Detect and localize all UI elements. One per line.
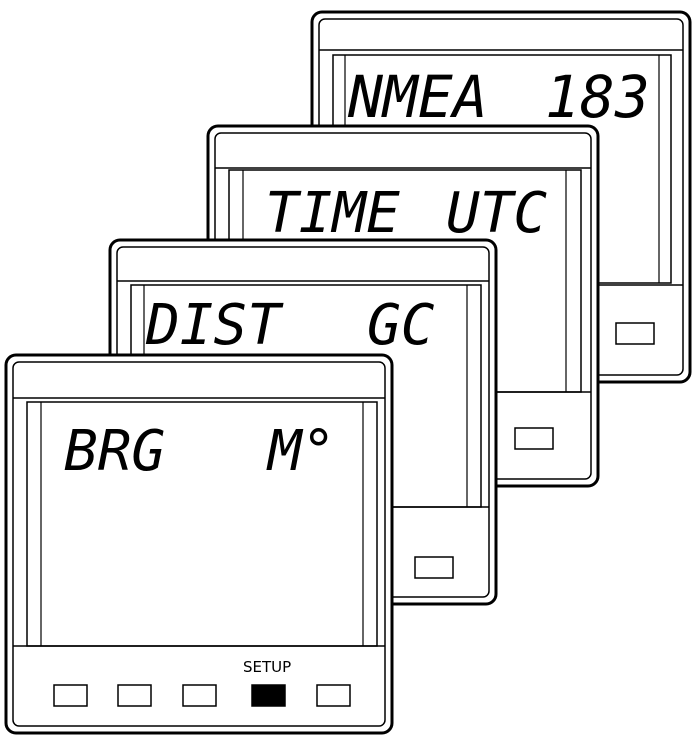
front-button-5[interactable] [316, 684, 351, 707]
display-text-left: TIME [265, 181, 400, 246]
display-text-right: GC [367, 293, 435, 358]
display-text-left: NMEA [347, 63, 488, 131]
panel-button[interactable] [414, 556, 454, 579]
instrument-stack-diagram: NMEA 183 TIME UTC DIST GC BRG M° SETUP [4, 10, 692, 735]
panel-button[interactable] [514, 427, 554, 450]
front-button-1[interactable] [53, 684, 88, 707]
display-text-right: 183 [545, 63, 650, 131]
front-button-3[interactable] [182, 684, 217, 707]
setup-label: SETUP [243, 658, 291, 676]
setup-button[interactable] [251, 684, 286, 707]
instrument-panel-brg: BRG M° SETUP [4, 353, 394, 735]
front-button-2[interactable] [117, 684, 152, 707]
display-text-right: M° [266, 419, 335, 484]
panel-button[interactable] [615, 322, 655, 345]
display-text-left: BRG [64, 419, 165, 484]
display-text-left: DIST [145, 293, 284, 358]
display-text-right: UTC [446, 181, 547, 246]
